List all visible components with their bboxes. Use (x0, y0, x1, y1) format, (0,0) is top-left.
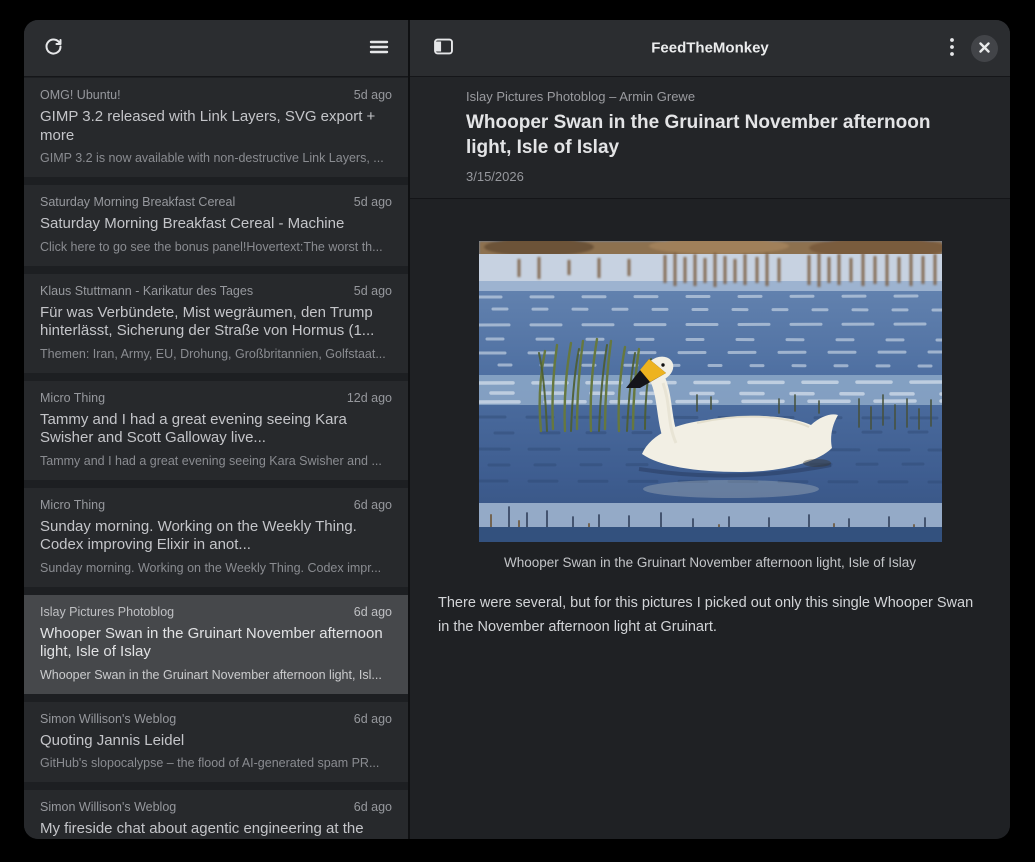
article-pane: FeedTheMonkey (410, 20, 1010, 839)
list-item[interactable]: Micro Thing 6d ago Sunday morning. Worki… (24, 488, 408, 587)
app-window: OMG! Ubuntu! 5d ago GIMP 3.2 released wi… (24, 20, 1010, 839)
feed-name: Micro Thing (40, 390, 105, 406)
refresh-button[interactable] (39, 32, 68, 64)
item-summary: Themen: Iran, Army, EU, Drohung, Großbri… (40, 346, 392, 362)
item-title: Whooper Swan in the Gruinart November af… (40, 625, 392, 662)
article-text: There were several, but for this picture… (438, 591, 982, 639)
item-title: Saturday Morning Breakfast Cereal - Mach… (40, 215, 392, 234)
list-item-selected[interactable]: Islay Pictures Photoblog 6d ago Whooper … (24, 595, 408, 694)
feed-name: Klaus Stuttmann - Karikatur des Tages (40, 283, 253, 299)
overflow-menu-button[interactable] (945, 33, 959, 64)
feed-list-toolbar (24, 20, 408, 77)
list-item[interactable]: OMG! Ubuntu! 5d ago GIMP 3.2 released wi… (24, 78, 408, 177)
feed-name: Saturday Morning Breakfast Cereal (40, 194, 235, 210)
hamburger-menu-icon (369, 38, 389, 59)
menu-button[interactable] (365, 34, 393, 63)
item-title: GIMP 3.2 released with Link Layers, SVG … (40, 108, 392, 145)
item-age: 6d ago (354, 711, 392, 727)
article-toolbar: FeedTheMonkey (410, 20, 1010, 77)
item-summary: Whooper Swan in the Gruinart November af… (40, 667, 392, 683)
close-button[interactable] (971, 35, 998, 62)
app-title: FeedTheMonkey (651, 40, 769, 57)
item-summary: GitHub's slopocalypse – the flood of AI-… (40, 755, 392, 771)
refresh-icon (43, 36, 64, 60)
list-item[interactable]: Simon Willison's Weblog 6d ago Quoting J… (24, 702, 408, 783)
item-age: 5d ago (354, 194, 392, 210)
item-title: Sunday morning. Working on the Weekly Th… (40, 518, 392, 555)
item-summary: Click here to go see the bonus panel!Hov… (40, 239, 392, 255)
item-title: Tammy and I had a great evening seeing K… (40, 411, 392, 448)
feed-name: Simon Willison's Weblog (40, 799, 176, 815)
article-title: Whooper Swan in the Gruinart November af… (466, 110, 966, 160)
item-age: 5d ago (354, 87, 392, 103)
swan-photo-illustration (479, 241, 942, 542)
list-item[interactable]: Saturday Morning Breakfast Cereal 5d ago… (24, 185, 408, 266)
item-title: My fireside chat about agentic engineeri… (40, 820, 392, 839)
item-age: 6d ago (354, 497, 392, 513)
feed-name: Micro Thing (40, 497, 105, 513)
feed-item-list: OMG! Ubuntu! 5d ago GIMP 3.2 released wi… (24, 77, 408, 839)
item-summary: Tammy and I had a great evening seeing K… (40, 453, 392, 469)
item-title: Quoting Jannis Leidel (40, 732, 392, 751)
item-age: 6d ago (354, 799, 392, 815)
item-title: Für was Verbündete, Mist wegräumen, den … (40, 304, 392, 341)
item-age: 12d ago (347, 390, 392, 406)
item-age: 5d ago (354, 283, 392, 299)
feed-name: Simon Willison's Weblog (40, 711, 176, 727)
article-date: 3/15/2026 (466, 169, 986, 184)
sidebar-toggle-icon (433, 37, 454, 59)
feed-list-pane: OMG! Ubuntu! 5d ago GIMP 3.2 released wi… (24, 20, 408, 839)
list-item[interactable]: Simon Willison's Weblog 6d ago My firesi… (24, 790, 408, 839)
list-item[interactable]: Klaus Stuttmann - Karikatur des Tages 5d… (24, 274, 408, 373)
item-summary: GIMP 3.2 is now available with non-destr… (40, 150, 392, 166)
article-source: Islay Pictures Photoblog – Armin Grewe (466, 89, 986, 104)
feed-name: OMG! Ubuntu! (40, 87, 121, 103)
sidebar-toggle-button[interactable] (429, 33, 458, 63)
article-photo: Whooper Swan in the Gruinart November af… (479, 241, 942, 570)
article-header: Islay Pictures Photoblog – Armin Grewe W… (410, 77, 1010, 199)
list-item[interactable]: Micro Thing 12d ago Tammy and I had a gr… (24, 381, 408, 480)
article-body: Whooper Swan in the Gruinart November af… (410, 199, 1010, 839)
close-icon (979, 41, 990, 56)
feed-name: Islay Pictures Photoblog (40, 604, 174, 620)
item-summary: Sunday morning. Working on the Weekly Th… (40, 560, 392, 576)
item-age: 6d ago (354, 604, 392, 620)
photo-caption: Whooper Swan in the Gruinart November af… (479, 555, 942, 570)
kebab-menu-icon (949, 37, 955, 60)
